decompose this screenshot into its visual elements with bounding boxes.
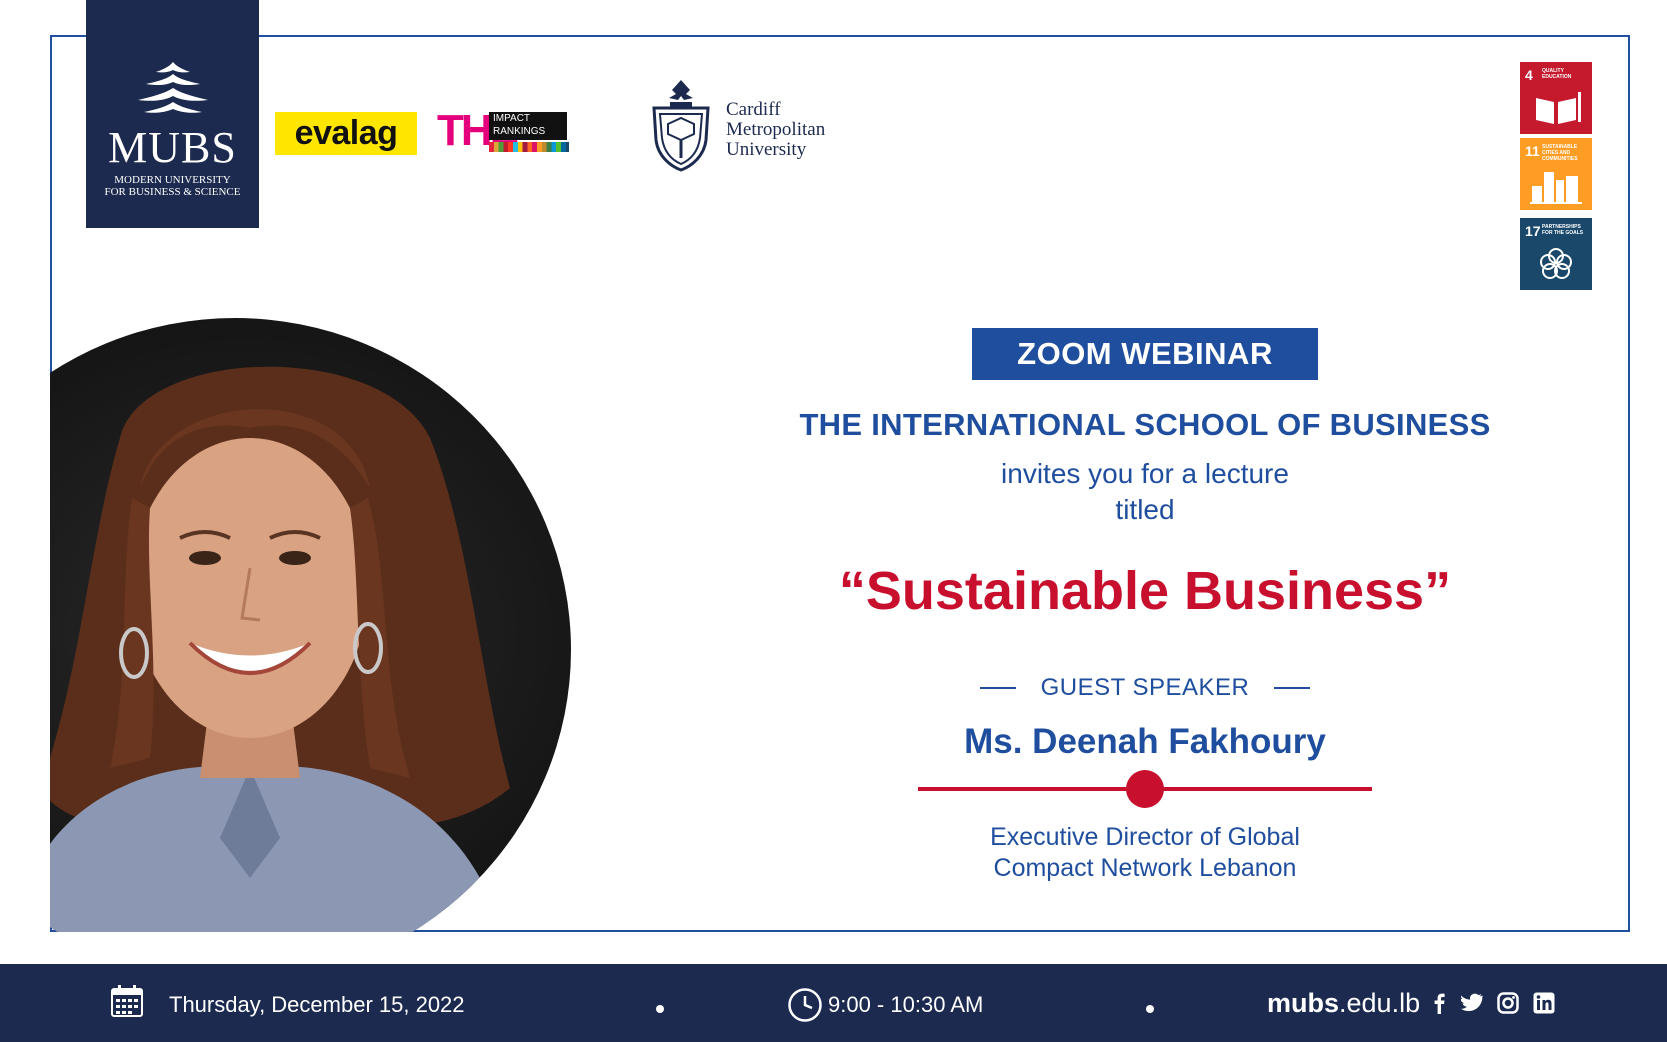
sdg-label: QUALITY EDUCATION [1542, 68, 1572, 80]
sdg-17-tile: 17 PARTNERSHIPS FOR THE GOALS [1520, 218, 1592, 290]
lecture-title: “Sustainable Business” [838, 561, 1452, 621]
guest-speaker-label: GUEST SPEAKER [1040, 674, 1250, 701]
linkedin-icon[interactable] [1533, 992, 1555, 1014]
separator-dot [656, 1005, 664, 1013]
the-impact-rankings-logo: THE IMPACT RANKINGS [437, 108, 569, 154]
calendar-icon [111, 985, 143, 1017]
footer-bar: Thursday, December 15, 2022 9:00 - 10:30… [0, 964, 1667, 1042]
mubs-logo: MUBS MODERN UNIVERSITY FOR BUSINESS & SC… [86, 0, 259, 228]
event-time: 9:00 - 10:30 AM [828, 992, 984, 1017]
cardiff-line1: Cardiff [726, 99, 781, 120]
sdg-label: SUSTAINABLE CITIES AND COMMUNITIES [1542, 144, 1578, 162]
rankings-label: RANKINGS [493, 126, 546, 137]
cardiff-line2: Metropolitan [726, 119, 826, 140]
event-format-badge: ZOOM WEBINAR [972, 328, 1318, 380]
sdg-11-tile: 11 SUSTAINABLE CITIES AND COMMUNITIES [1520, 138, 1592, 210]
host-school: THE INTERNATIONAL SCHOOL OF BUSINESS [799, 407, 1491, 442]
heading-rule-right [1274, 687, 1310, 689]
invitation-line2: titled [1115, 494, 1175, 525]
mubs-name: MUBS [108, 123, 237, 172]
sdg-4-tile: 4 QUALITY EDUCATION [1520, 62, 1592, 134]
clock-icon [788, 988, 822, 1022]
separator-dot [1146, 1005, 1154, 1013]
partnership-icon [1540, 248, 1572, 279]
role-line2: Compact Network Lebanon [993, 854, 1297, 882]
crest-icon [652, 80, 710, 172]
speaker-name: Ms. Deenah Fakhoury [964, 722, 1326, 761]
website-domain-rest: .edu.lb [1339, 988, 1421, 1018]
facebook-icon[interactable] [1428, 992, 1450, 1014]
twitter-icon[interactable] [1461, 992, 1483, 1014]
sdg-number: 4 [1525, 67, 1533, 83]
event-date: Thursday, December 15, 2022 [169, 992, 465, 1017]
speaker-photo [50, 318, 573, 932]
mubs-subtitle-line1: MODERN UNIVERSITY [114, 174, 231, 186]
impact-label: IMPACT [493, 113, 531, 124]
divider-dot [1126, 770, 1164, 808]
book-icon [1536, 92, 1581, 124]
cardiff-line3: University [726, 139, 807, 160]
guest-speaker-heading: GUEST SPEAKER [980, 674, 1310, 708]
invitation-line1: invites you for a lecture [1001, 458, 1289, 489]
role-line1: Executive Director of Global [990, 823, 1300, 851]
sdg-label: PARTNERSHIPS FOR THE GOALS [1542, 224, 1584, 236]
cedar-icon [138, 62, 208, 113]
sdg-number: 17 [1525, 223, 1541, 239]
website-link[interactable]: mubs.edu.lb [1267, 988, 1420, 1019]
sdg-color-bar [489, 142, 569, 152]
website-domain-bold: mubs [1267, 988, 1340, 1018]
cardiff-name: Cardiff Metropolitan University [726, 100, 825, 160]
invitation-text: invites you for a lecture titled [730, 456, 1560, 528]
sdg-number: 11 [1525, 143, 1540, 159]
mubs-subtitle-line2: FOR BUSINESS & SCIENCE [104, 186, 241, 198]
cardiff-met-logo: Cardiff Metropolitan University [648, 78, 848, 176]
evalag-logo: evalag [275, 112, 417, 155]
speaker-role: Executive Director of Global Compact Net… [730, 822, 1560, 884]
instagram-icon[interactable] [1497, 992, 1519, 1014]
impact-rankings-label: IMPACT RANKINGS [489, 112, 567, 140]
mubs-subtitle: MODERN UNIVERSITY FOR BUSINESS & SCIENCE [86, 174, 259, 198]
city-icon [1530, 172, 1582, 204]
